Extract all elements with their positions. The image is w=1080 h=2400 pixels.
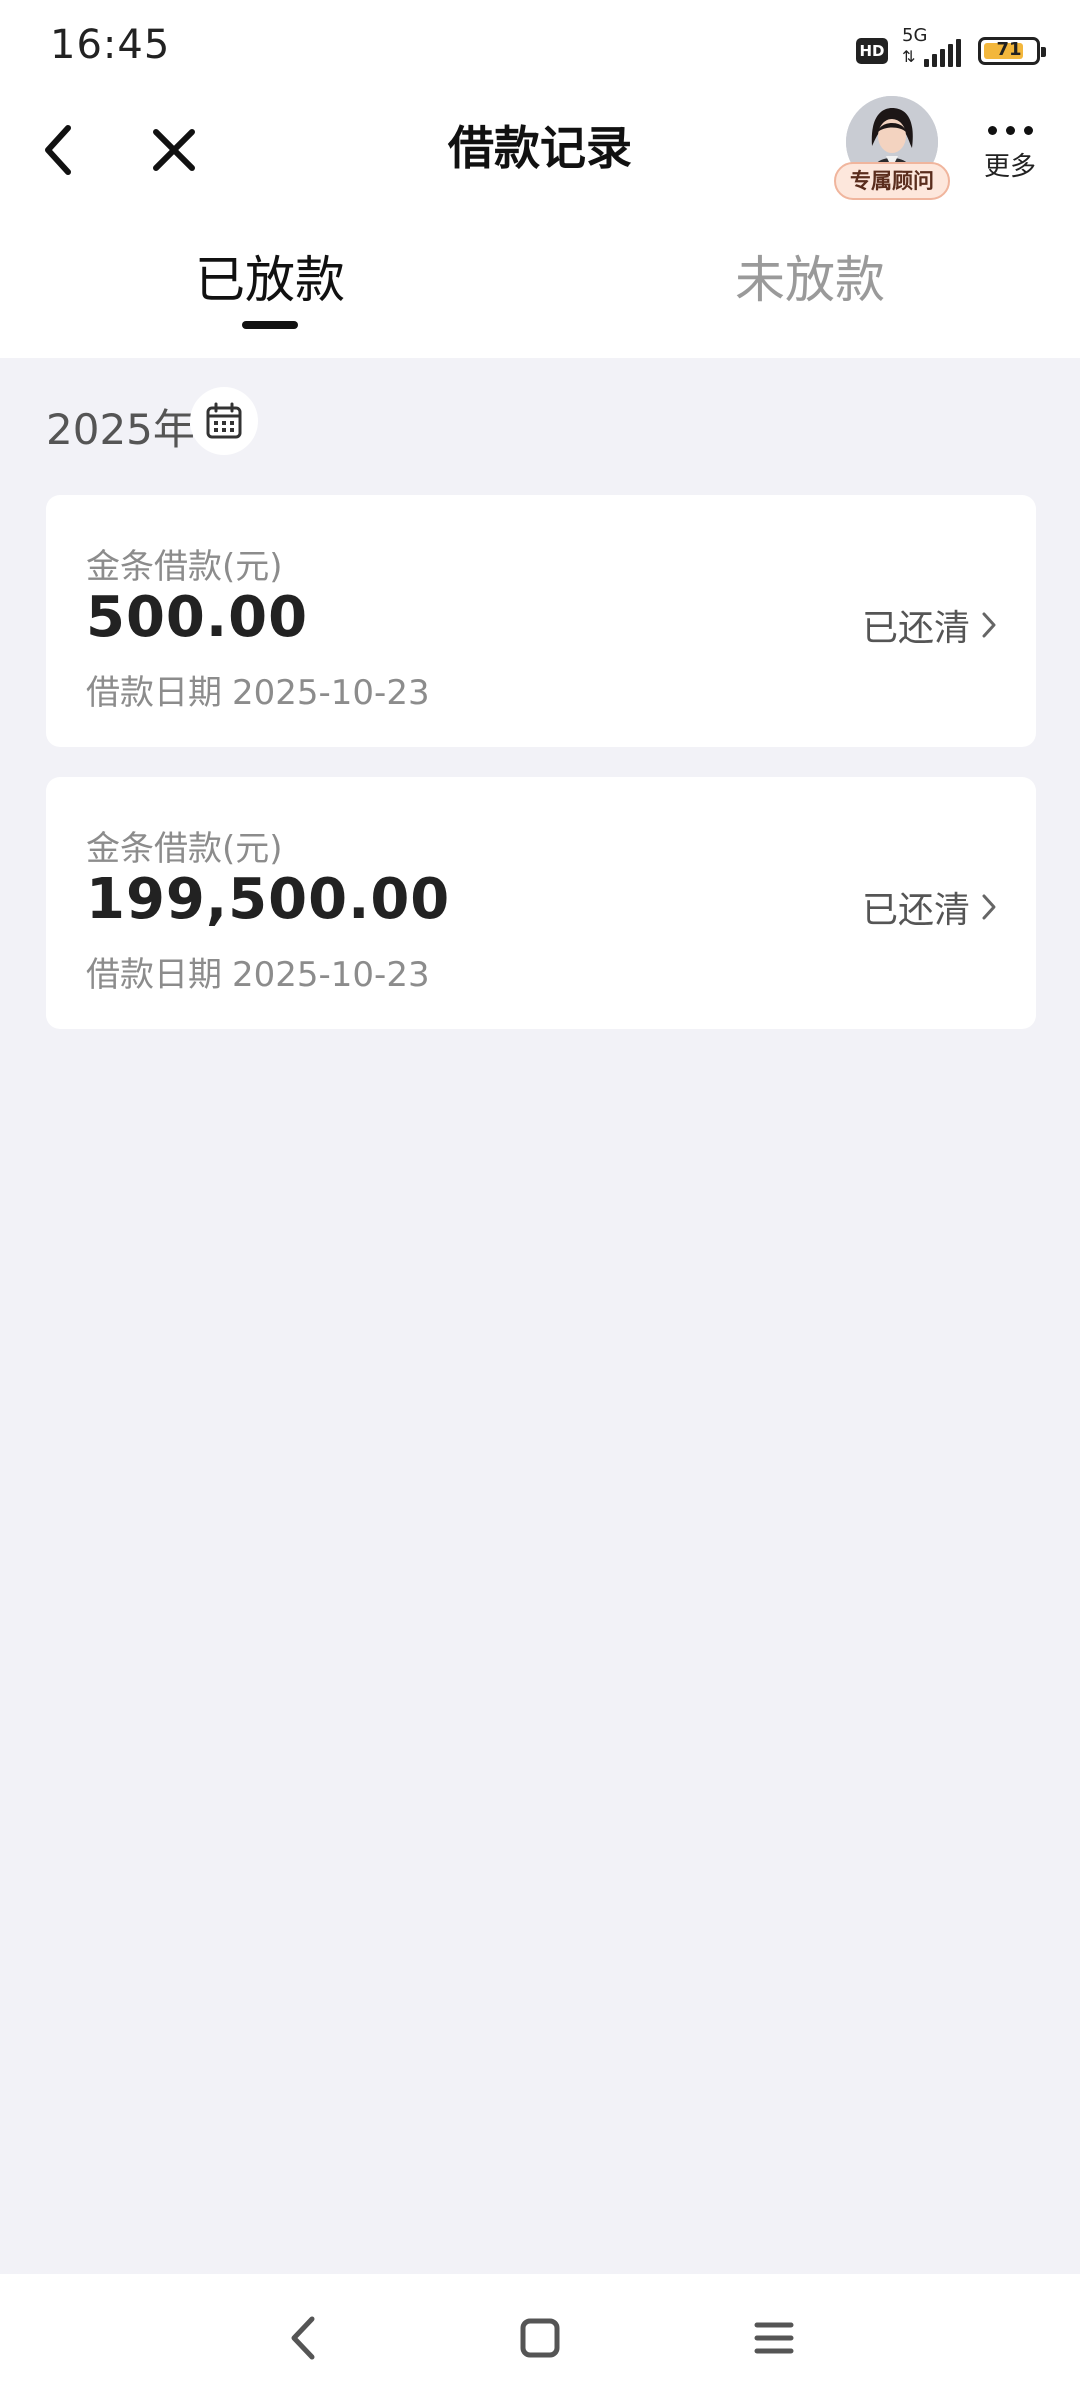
signal-icon: 5G ⇅	[902, 25, 964, 71]
loan-status-label: 已还清	[861, 608, 970, 649]
loan-date-value: 2025-10-23	[232, 673, 430, 713]
loan-date-value: 2025-10-23	[232, 955, 430, 995]
chevron-right-icon	[982, 894, 996, 920]
tab-disbursed[interactable]: 已放款	[120, 240, 420, 312]
calendar-button[interactable]	[190, 387, 258, 455]
system-back-button[interactable]	[274, 2308, 334, 2368]
battery-icon: 71	[978, 37, 1046, 65]
nav-home-icon	[520, 2318, 560, 2358]
year-label: 2025年	[46, 405, 195, 454]
loan-status[interactable]: 已还清	[862, 599, 998, 651]
more-button[interactable]: 更多	[970, 118, 1050, 198]
loan-amount: 500.00	[86, 585, 309, 650]
advisor-label: 专属顾问	[834, 162, 950, 200]
nav-menu-icon	[754, 2322, 794, 2354]
loan-date-label: 借款日期	[86, 673, 222, 713]
loan-type-label: 金条借款(元)	[86, 829, 283, 869]
status-time: 16:45	[50, 22, 171, 68]
status-icons: HD 5G ⇅ 71	[856, 25, 1046, 74]
loan-status[interactable]: 已还清	[862, 881, 998, 933]
more-icon	[970, 118, 1050, 142]
loan-card[interactable]: 金条借款(元) 500.00 借款日期 2025-10-23 已还清	[46, 495, 1036, 747]
advisor-button[interactable]: 专属顾问	[832, 96, 954, 206]
loan-card[interactable]: 金条借款(元) 199,500.00 借款日期 2025-10-23 已还清	[46, 777, 1036, 1029]
more-label: 更多	[983, 152, 1036, 182]
system-menu-button[interactable]	[744, 2308, 804, 2368]
system-nav-bar	[0, 2274, 1080, 2400]
chevron-right-icon	[982, 612, 996, 638]
hd-icon: HD	[856, 38, 888, 64]
loan-status-label: 已还清	[861, 890, 970, 931]
calendar-icon	[206, 402, 242, 439]
nav-back-icon	[291, 2316, 315, 2360]
loan-date: 借款日期 2025-10-23	[86, 947, 430, 996]
system-home-button[interactable]	[510, 2308, 570, 2368]
loan-amount: 199,500.00	[86, 867, 451, 932]
loan-date: 借款日期 2025-10-23	[86, 665, 430, 714]
top-section: 16:45 HD 5G ⇅ 71 借款记录 专属顾问 更多 已放款 未放款	[0, 0, 1080, 358]
active-tab-indicator	[242, 321, 298, 329]
signal-bars-icon	[924, 39, 961, 67]
data-arrows-icon: ⇅	[902, 47, 916, 66]
loan-date-label: 借款日期	[86, 955, 222, 995]
battery-level: 71	[996, 39, 1022, 60]
tab-not-disbursed[interactable]: 未放款	[660, 240, 960, 312]
loan-type-label: 金条借款(元)	[86, 547, 283, 587]
